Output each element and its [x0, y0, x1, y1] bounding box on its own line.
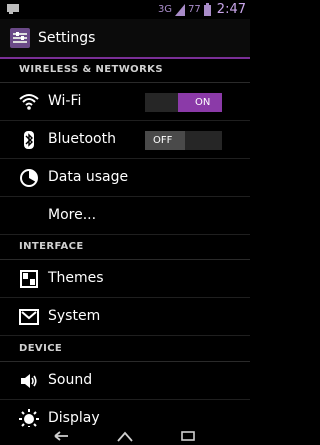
recents-icon[interactable]: [178, 430, 198, 442]
settings-item-label: Themes: [48, 270, 104, 286]
sound-icon: [21, 374, 37, 388]
settings-item-label: Sound: [48, 372, 93, 388]
bluetooth-toggle[interactable]: OFF: [145, 131, 222, 150]
notification-icon: [7, 4, 19, 14]
settings-item-more[interactable]: More...: [0, 197, 250, 235]
wifi-icon: [19, 94, 39, 110]
section-title: WIRELESS & NETWORKS: [19, 64, 163, 75]
bluetooth-icon: [24, 131, 34, 149]
section-title: INTERFACE: [19, 241, 84, 252]
section-wireless-networks: WIRELESS & NETWORKS: [0, 58, 250, 83]
page-title: Settings: [38, 30, 96, 46]
settings-item-system[interactable]: System: [0, 298, 250, 336]
data-usage-icon: [20, 169, 38, 187]
display-icon: [19, 409, 39, 429]
settings-item-themes[interactable]: Themes: [0, 260, 250, 298]
settings-item-label: Data usage: [48, 169, 129, 185]
settings-item-wifi[interactable]: Wi-Fi ON: [0, 83, 250, 121]
settings-item-label: Wi-Fi: [48, 93, 82, 109]
section-device: DEVICE: [0, 337, 250, 362]
themes-icon: [20, 270, 38, 288]
settings-item-bluetooth[interactable]: Bluetooth OFF: [0, 121, 250, 159]
battery-level: 77: [188, 4, 201, 15]
status-right: 3G 77 2:47: [158, 1, 246, 18]
status-bar: 3G 77 2:47: [0, 0, 250, 19]
section-interface: INTERFACE: [0, 235, 250, 260]
settings-item-data-usage[interactable]: Data usage: [0, 159, 250, 197]
home-icon[interactable]: [115, 430, 135, 442]
settings-item-label: Bluetooth: [48, 131, 116, 147]
app-bar: Settings: [0, 19, 250, 59]
settings-item-label: Display: [48, 410, 100, 426]
battery-icon: [203, 3, 211, 16]
settings-item-label: More...: [48, 207, 97, 223]
network-type: 3G: [157, 4, 173, 15]
back-icon[interactable]: [52, 430, 72, 442]
settings-item-sound[interactable]: Sound: [0, 362, 250, 400]
settings-app-icon[interactable]: [10, 28, 30, 48]
toggle-label: OFF: [153, 135, 173, 146]
navigation-bar: [0, 427, 250, 445]
system-icon: [19, 309, 39, 325]
section-title: DEVICE: [19, 343, 63, 354]
clock: 2:47: [216, 2, 246, 17]
signal-icon: [175, 3, 186, 16]
toggle-label: ON: [195, 97, 211, 108]
settings-item-label: System: [48, 308, 101, 324]
wifi-toggle[interactable]: ON: [145, 93, 222, 112]
